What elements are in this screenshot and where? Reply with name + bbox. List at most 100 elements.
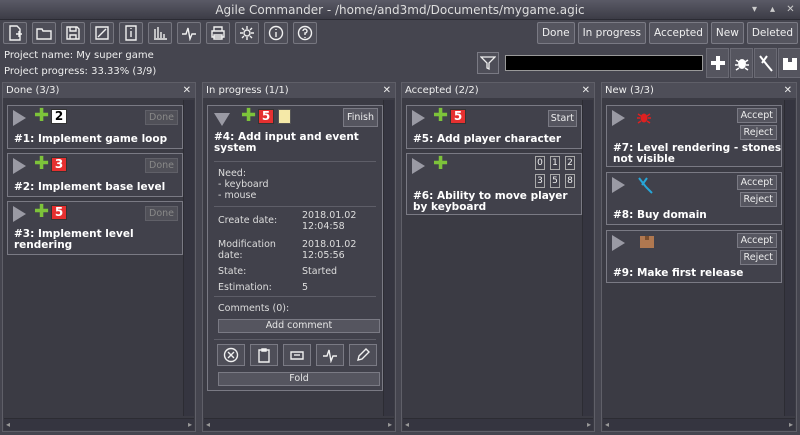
estimate-option[interactable]: 1 [550, 156, 560, 170]
fold-button[interactable]: Fold [218, 372, 380, 386]
estimation-label: Estimation: [218, 282, 272, 293]
close-window-icon[interactable]: ✕ [783, 2, 798, 17]
window-title: Agile Commander - /home/and3md/Documents… [0, 0, 800, 20]
main-toolbar [3, 22, 317, 44]
play-icon[interactable] [13, 206, 26, 222]
task-card[interactable]: ✚ 0 1 2 3 5 8 #6: Ability to move player… [406, 153, 582, 215]
filter-new-button[interactable]: New [710, 22, 744, 44]
estimate-option[interactable]: 5 [550, 174, 560, 188]
edit-icon[interactable] [349, 344, 377, 366]
task-card[interactable]: Accept Reject #9: Make first release [606, 230, 782, 283]
project-progress: Project progress: 33.33% (3/9) [4, 66, 157, 77]
close-column-icon[interactable]: ✕ [582, 83, 590, 98]
plus-icon: ✚ [34, 201, 50, 222]
done-button[interactable]: Done [145, 158, 178, 173]
start-button[interactable]: Start [547, 110, 577, 127]
open-folder-icon[interactable] [32, 22, 56, 44]
help-icon[interactable] [293, 22, 317, 44]
need-item: - keyboard [218, 179, 269, 190]
done-button[interactable]: Done [145, 206, 178, 221]
accept-button[interactable]: Accept [736, 108, 777, 123]
plus-icon: ✚ [433, 153, 449, 174]
estimate-badge: 2 [51, 109, 67, 124]
play-icon[interactable] [412, 158, 425, 174]
plus-icon: ✚ [433, 105, 449, 126]
estimate-option[interactable]: 0 [535, 156, 545, 170]
play-icon[interactable] [612, 110, 625, 126]
bar-chart-icon[interactable] [148, 22, 172, 44]
estimate-option[interactable]: 2 [565, 156, 575, 170]
task-card[interactable]: ✚ 5 Start #5: Add player character [406, 105, 582, 149]
filter-accepted-button[interactable]: Accepted [649, 22, 708, 44]
horizontal-scrollbar[interactable]: ◂ ▸ [4, 418, 194, 430]
clipboard-icon[interactable] [250, 344, 278, 366]
info-icon[interactable] [264, 22, 288, 44]
task-card[interactable]: ✚ 3 Done #2: Implement base level [7, 153, 183, 197]
add-maintenance-icon[interactable] [754, 48, 777, 78]
add-task-icon[interactable] [706, 48, 729, 78]
accept-button[interactable]: Accept [736, 175, 777, 190]
done-button[interactable]: Done [145, 110, 178, 125]
task-card-expanded[interactable]: ✚ 5 Finish #4: Add input and event syste… [207, 105, 383, 391]
vertical-scrollbar[interactable] [383, 100, 394, 416]
task-card[interactable]: ✚ 5 Done #3: Implement level rendering [7, 201, 183, 255]
task-title: #5: Add player character [413, 133, 562, 145]
save-icon[interactable] [61, 22, 85, 44]
info-doc-icon[interactable] [119, 22, 143, 44]
finish-button[interactable]: Finish [342, 108, 378, 127]
plus-icon: ✚ [34, 105, 50, 126]
task-title: #8: Buy domain [613, 209, 707, 221]
maximize-icon[interactable]: ▴ [765, 2, 780, 17]
close-column-icon[interactable]: ✕ [383, 83, 391, 98]
add-bug-icon[interactable] [730, 48, 753, 78]
activity-task-icon[interactable] [316, 344, 344, 366]
vertical-scrollbar[interactable] [183, 100, 194, 416]
new-file-icon[interactable] [3, 22, 27, 44]
filter-done-button[interactable]: Done [536, 22, 575, 44]
vertical-scrollbar[interactable] [582, 100, 593, 416]
accept-button[interactable]: Accept [736, 233, 777, 248]
project-name: Project name: My super game [4, 50, 154, 61]
collapse-icon[interactable] [214, 113, 230, 126]
note-icon [278, 109, 291, 124]
horizontal-scrollbar[interactable]: ◂ ▸ [204, 418, 394, 430]
task-title: #2: Implement base level [14, 181, 166, 193]
settings-icon[interactable] [235, 22, 259, 44]
play-icon[interactable] [612, 235, 625, 251]
minimize-icon[interactable]: ▾ [747, 2, 762, 17]
filter-deleted-button[interactable]: Deleted [746, 22, 798, 44]
print-icon[interactable] [206, 22, 230, 44]
horizontal-scrollbar[interactable]: ◂ ▸ [603, 418, 795, 430]
close-column-icon[interactable]: ✕ [784, 83, 792, 98]
reject-button[interactable]: Reject [739, 250, 777, 265]
pliers-icon [638, 177, 653, 194]
estimate-badge: 5 [51, 205, 67, 220]
task-title: #6: Ability to move player by keyboard [413, 190, 568, 213]
task-card[interactable]: ✚ 2 Done #1: Implement game loop [7, 105, 183, 149]
add-release-icon[interactable] [778, 48, 800, 78]
add-comment-button[interactable]: Add comment [218, 319, 380, 333]
search-input[interactable] [505, 55, 703, 71]
play-icon[interactable] [612, 177, 625, 193]
task-card[interactable]: Accept Reject #7: Level rendering - ston… [606, 105, 782, 167]
column-accepted: Accepted (2/2) ✕ ✚ 5 Start #5: Add player… [401, 82, 595, 432]
reject-button[interactable]: Reject [739, 192, 777, 207]
state-filters: Done In progress Accepted New Deleted [536, 22, 798, 44]
estimate-option[interactable]: 8 [565, 174, 575, 188]
vertical-scrollbar[interactable] [784, 100, 795, 416]
play-icon[interactable] [13, 110, 26, 126]
reject-button[interactable]: Reject [739, 125, 777, 140]
print-task-icon[interactable] [283, 344, 311, 366]
estimate-badge: 3 [51, 157, 67, 172]
play-icon[interactable] [412, 110, 425, 126]
statistics-edit-icon[interactable] [90, 22, 114, 44]
delete-icon[interactable] [217, 344, 245, 366]
estimate-option[interactable]: 3 [535, 174, 545, 188]
activity-icon[interactable] [177, 22, 201, 44]
play-icon[interactable] [13, 158, 26, 174]
funnel-icon[interactable] [477, 52, 499, 74]
horizontal-scrollbar[interactable]: ◂ ▸ [403, 418, 593, 430]
close-column-icon[interactable]: ✕ [183, 83, 191, 98]
filter-in-progress-button[interactable]: In progress [577, 22, 646, 44]
task-card[interactable]: Accept Reject #8: Buy domain [606, 172, 782, 225]
